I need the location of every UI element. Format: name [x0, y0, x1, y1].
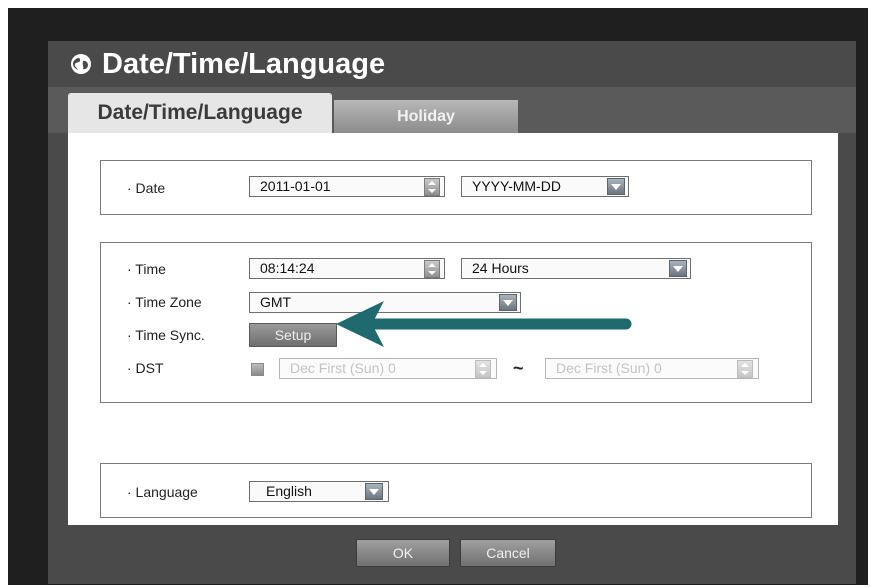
- dst-checkbox[interactable]: [251, 363, 264, 376]
- globe-icon: [71, 54, 91, 74]
- date-label: · Date: [127, 180, 166, 196]
- dst-label: · DST: [127, 360, 164, 376]
- tab-date-time-language[interactable]: Date/Time/Language: [68, 93, 332, 133]
- title-bar: Date/Time/Language: [48, 41, 856, 87]
- setup-button[interactable]: Setup: [249, 323, 337, 347]
- time-group: · Time 08:14:24 24 Hours · Time Zone GMT…: [100, 242, 812, 403]
- language-group: · Language English: [100, 463, 812, 518]
- time-label: · Time: [127, 261, 166, 277]
- date-input[interactable]: 2011-01-01: [249, 176, 445, 197]
- timezone-label: · Time Zone: [127, 294, 202, 310]
- screen-frame: Date/Time/Language Date/Time/Language Ho…: [8, 8, 868, 585]
- dst-start-spinner[interactable]: [475, 360, 491, 378]
- date-time-language-dialog: Date/Time/Language Date/Time/Language Ho…: [48, 41, 856, 584]
- dst-end-input[interactable]: Dec First (Sun) 0: [545, 358, 759, 379]
- date-format-dropdown-icon[interactable]: [607, 178, 625, 195]
- dst-start-input[interactable]: Dec First (Sun) 0: [279, 358, 497, 379]
- cancel-button[interactable]: Cancel: [460, 539, 556, 567]
- time-spinner[interactable]: [424, 260, 440, 278]
- timesync-label: · Time Sync.: [127, 327, 205, 343]
- dst-range-separator: ~: [513, 358, 524, 378]
- language-dropdown-icon[interactable]: [365, 483, 383, 500]
- time-format-dropdown-icon[interactable]: [669, 260, 687, 277]
- time-input[interactable]: 08:14:24: [249, 258, 445, 279]
- tab-content-panel: · Date 2011-01-01 YYYY-MM-DD · Time 08:1…: [68, 133, 838, 525]
- ok-button[interactable]: OK: [356, 539, 450, 567]
- dialog-title: Date/Time/Language: [102, 47, 386, 80]
- time-format-select[interactable]: 24 Hours: [461, 258, 691, 279]
- date-format-select[interactable]: YYYY-MM-DD: [461, 176, 629, 197]
- date-spinner[interactable]: [424, 178, 440, 196]
- date-group: · Date 2011-01-01 YYYY-MM-DD: [100, 160, 812, 215]
- timezone-select[interactable]: GMT: [249, 292, 521, 313]
- dst-end-spinner[interactable]: [737, 360, 753, 378]
- language-label: · Language: [127, 484, 198, 500]
- timezone-dropdown-icon[interactable]: [499, 294, 517, 311]
- tab-holiday[interactable]: Holiday: [334, 100, 518, 133]
